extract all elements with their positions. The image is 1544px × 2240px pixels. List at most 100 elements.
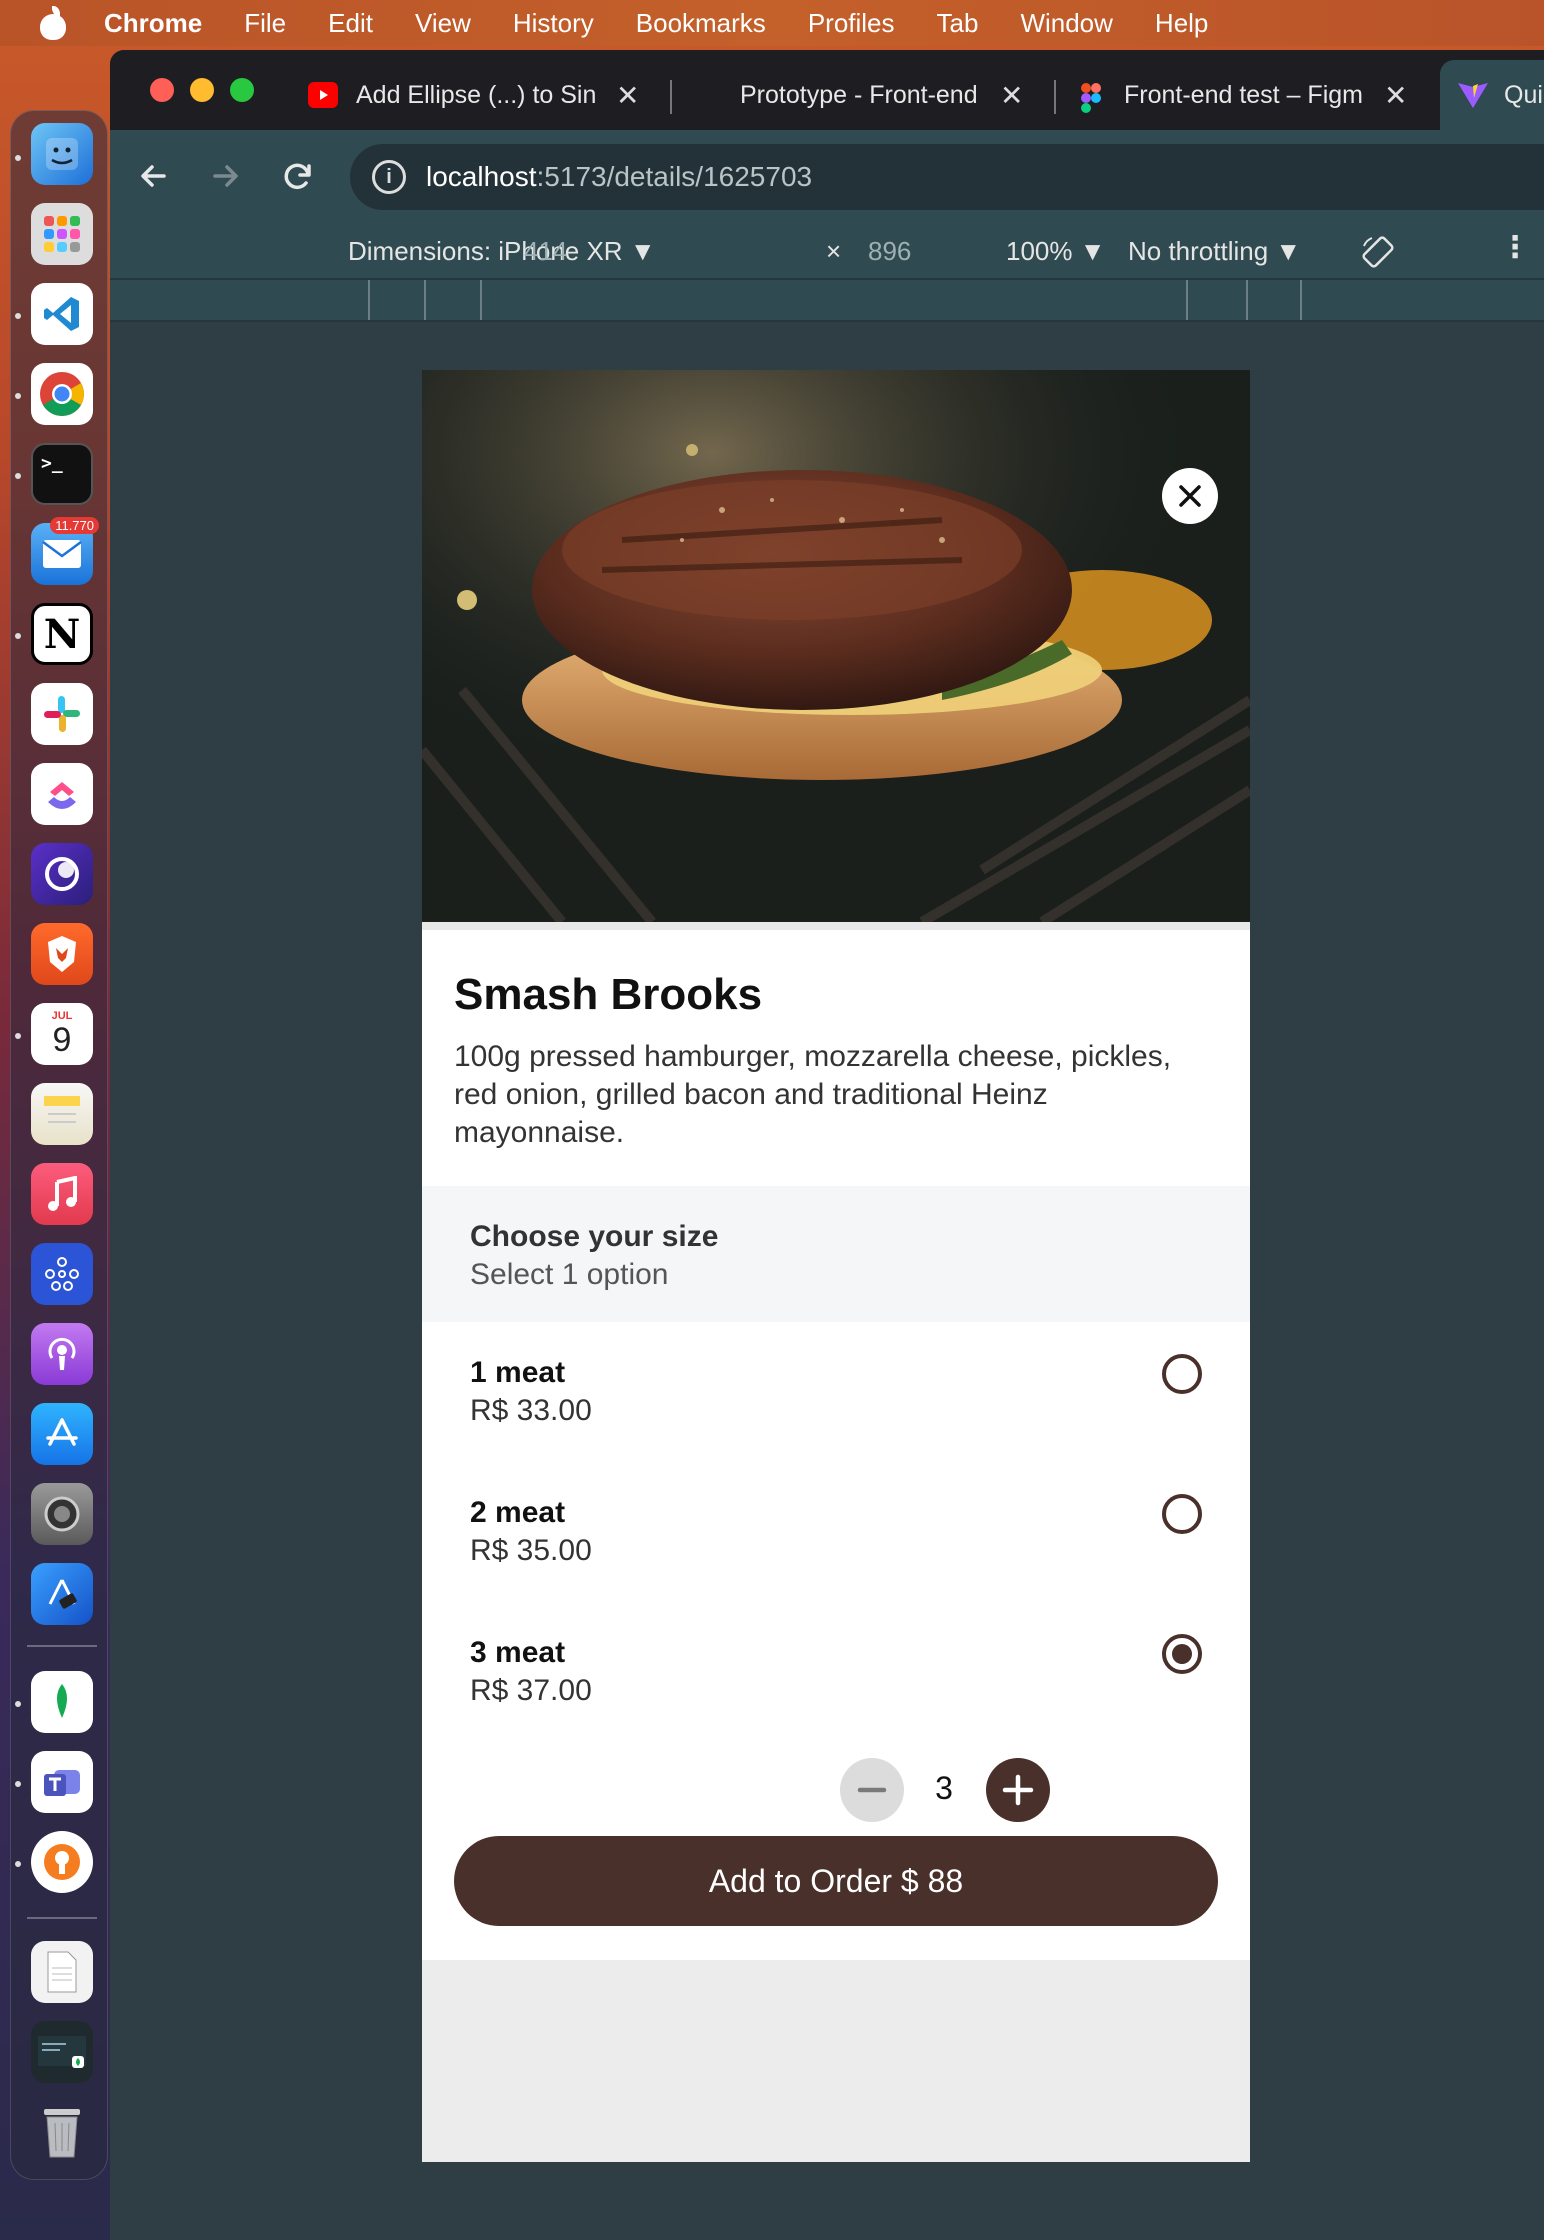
option-name: 1 meat <box>470 1356 566 1389</box>
app-store-icon[interactable] <box>31 1403 93 1465</box>
dock-running-indicator <box>15 1701 21 1707</box>
option-price: R$ 35.00 <box>470 1534 592 1567</box>
window-zoom-button[interactable] <box>230 78 254 102</box>
reload-icon[interactable] <box>276 154 320 198</box>
system-settings-icon[interactable] <box>31 1483 93 1545</box>
menu-bookmarks[interactable]: Bookmarks <box>636 8 766 39</box>
dropdown-caret-icon: ▼ <box>1079 236 1106 266</box>
chrome-icon[interactable] <box>31 363 93 425</box>
option-radio[interactable] <box>1162 1354 1202 1394</box>
notion-icon[interactable]: N <box>31 603 93 665</box>
ruler-tick[interactable] <box>480 280 482 320</box>
tab-separator <box>670 80 672 114</box>
menu-app-name[interactable]: Chrome <box>104 8 202 39</box>
clickup-icon[interactable] <box>31 763 93 825</box>
tab-prototype[interactable]: Prototype - Front-end ✕ <box>740 66 1023 124</box>
zoom-select[interactable]: 100% ▼ <box>1006 236 1105 267</box>
ruler-tick[interactable] <box>1186 280 1188 320</box>
option-radio[interactable] <box>1162 1494 1202 1534</box>
increase-quantity-button[interactable] <box>986 1758 1050 1822</box>
screenshot-thumbnail-icon[interactable] <box>31 2021 93 2083</box>
apple-icon[interactable] <box>38 6 68 40</box>
launchpad-icon[interactable] <box>31 203 93 265</box>
tab-youtube[interactable]: Add Ellipse (...) to Sin ✕ <box>308 66 639 124</box>
device-toolbar: Dimensions: iPhone XR ▼ 414 × 896 100% ▼… <box>110 226 1544 278</box>
menu-tab[interactable]: Tab <box>937 8 979 39</box>
brave-icon[interactable] <box>31 923 93 985</box>
menu-help[interactable]: Help <box>1155 8 1208 39</box>
vpn-key-icon[interactable] <box>31 1831 93 1893</box>
mail-badge: 11.770 <box>50 517 99 534</box>
size-option-3[interactable]: 3 meat R$ 37.00 <box>422 1602 1250 1742</box>
tab-active[interactable]: Qui <box>1440 60 1544 130</box>
dock-running-indicator <box>15 473 21 479</box>
size-option-1[interactable]: 1 meat R$ 33.00 <box>422 1322 1250 1462</box>
throttling-label: No throttling <box>1128 236 1269 266</box>
ruler-tick[interactable] <box>424 280 426 320</box>
tab-bar: Add Ellipse (...) to Sin ✕ Prototype - F… <box>110 50 1544 130</box>
menu-view[interactable]: View <box>415 8 471 39</box>
dock-running-indicator <box>15 313 21 319</box>
slack-icon[interactable] <box>31 683 93 745</box>
ruler-tick[interactable] <box>368 280 370 320</box>
product-title: Smash Brooks <box>454 970 763 1019</box>
calendar-icon[interactable]: JUL 9 <box>31 1003 93 1065</box>
menu-edit[interactable]: Edit <box>328 8 373 39</box>
plus-icon <box>1002 1774 1034 1806</box>
mail-icon[interactable]: 11.770 <box>31 517 99 585</box>
decrease-quantity-button[interactable] <box>840 1758 904 1822</box>
site-info-icon[interactable]: i <box>372 160 406 194</box>
quantity-stepper: 3 <box>422 1742 1250 1836</box>
trash-icon[interactable] <box>31 2101 93 2163</box>
address-bar[interactable]: i localhost:5173/details/1625703 <box>350 144 1544 210</box>
menu-file[interactable]: File <box>244 8 286 39</box>
tab-separator <box>1054 80 1056 114</box>
teams-icon[interactable] <box>31 1751 93 1813</box>
youtube-icon <box>308 82 338 108</box>
graph-app-icon[interactable] <box>31 1243 93 1305</box>
window-close-button[interactable] <box>150 78 174 102</box>
ruler-tick[interactable] <box>1246 280 1248 320</box>
tab-close-icon[interactable]: ✕ <box>616 79 639 112</box>
finder-icon[interactable] <box>31 123 93 185</box>
dock-running-indicator <box>15 633 21 639</box>
device-width-input[interactable]: 414 <box>524 236 567 267</box>
device-viewport: Smash Brooks 100g pressed hamburger, moz… <box>422 370 1250 2162</box>
terminal-icon[interactable]: >_ <box>31 443 93 505</box>
tab-close-icon[interactable]: ✕ <box>1384 79 1407 112</box>
window-minimize-button[interactable] <box>190 78 214 102</box>
dock-separator <box>27 1917 97 1919</box>
podcasts-icon[interactable] <box>31 1323 93 1385</box>
menu-history[interactable]: History <box>513 8 594 39</box>
document-icon[interactable] <box>31 1941 93 2003</box>
vscode-icon[interactable] <box>31 283 93 345</box>
dimension-times-icon: × <box>826 236 842 266</box>
add-to-order-button[interactable]: Add to Order $ 88 <box>454 1836 1218 1926</box>
more-options-icon[interactable]: ⋮ <box>1500 230 1530 265</box>
throttling-select[interactable]: No throttling ▼ <box>1128 236 1301 267</box>
notes-icon[interactable] <box>31 1083 93 1145</box>
ruler-tick[interactable] <box>1300 280 1302 320</box>
menu-window[interactable]: Window <box>1020 8 1112 39</box>
vite-icon <box>1456 80 1490 110</box>
tab-close-icon[interactable]: ✕ <box>1000 79 1023 112</box>
mongodb-compass-icon[interactable] <box>31 1671 93 1733</box>
dock-running-indicator <box>15 1033 21 1039</box>
option-name: 3 meat <box>470 1636 566 1669</box>
device-dimensions-select[interactable]: Dimensions: iPhone XR ▼ <box>348 236 656 267</box>
xcode-instruments-icon[interactable] <box>31 1563 93 1625</box>
option-radio-selected[interactable] <box>1162 1634 1202 1674</box>
size-option-2[interactable]: 2 meat R$ 35.00 <box>422 1462 1250 1602</box>
music-icon[interactable] <box>31 1163 93 1225</box>
menu-profiles[interactable]: Profiles <box>808 8 895 39</box>
rotate-icon[interactable] <box>1358 232 1398 279</box>
product-header: Smash Brooks 100g pressed hamburger, moz… <box>422 930 1250 1186</box>
forward-icon[interactable] <box>203 154 247 198</box>
size-section-title: Choose your size <box>470 1220 719 1253</box>
close-button[interactable] <box>1162 468 1218 524</box>
image-divider <box>422 922 1250 930</box>
arc-browser-icon[interactable] <box>31 843 93 905</box>
device-height-input[interactable]: 896 <box>868 236 911 267</box>
back-icon[interactable] <box>132 154 176 198</box>
tab-figma[interactable]: Front-end test – Figma ✕ <box>1080 66 1407 124</box>
